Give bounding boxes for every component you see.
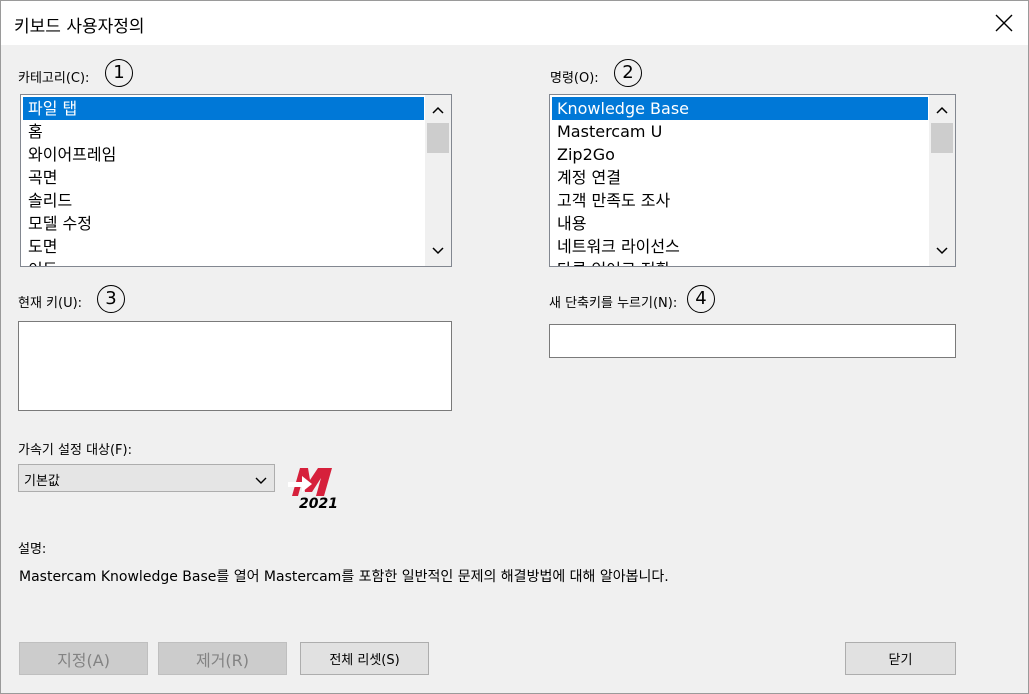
command-list: Knowledge Base Mastercam U Zip2Go 계정 연결 고객 만… (552, 97, 928, 266)
new-shortcut-input[interactable] (549, 324, 956, 358)
description-label: 설명: (18, 542, 47, 557)
chevron-down-icon[interactable] (929, 240, 955, 262)
command-label: 명령(O): (550, 71, 599, 86)
list-item[interactable]: 파일 탭 (23, 97, 424, 120)
category-scrollbar[interactable] (425, 95, 451, 266)
list-item[interactable]: 계정 연결 (552, 166, 928, 189)
callout-badge-1: 1 (105, 59, 133, 87)
list-item[interactable]: 고객 만족도 조사 (552, 189, 928, 212)
keyboard-customize-dialog: 키보드 사용자정의 카테고리(C): 1 파일 탭 홈 와이어프레임 곡면 솔리드 모델 … (0, 0, 1029, 694)
list-item[interactable]: 모델 수정 (23, 212, 424, 235)
list-item[interactable]: Zip2Go (552, 143, 928, 166)
list-item[interactable]: 다른 언어로 전환 (552, 258, 928, 266)
close-icon[interactable] (992, 11, 1016, 35)
category-label: 카테고리(C): (18, 71, 90, 86)
list-item[interactable]: Mastercam U (552, 120, 928, 143)
chevron-up-icon[interactable] (425, 99, 451, 121)
scroll-thumb[interactable] (427, 123, 449, 153)
list-item[interactable]: 와이어프레임 (23, 143, 424, 166)
list-item[interactable]: 내용 (552, 212, 928, 235)
list-item[interactable]: 이동 (23, 258, 424, 266)
list-item[interactable]: 도면 (23, 235, 424, 258)
accelerator-label: 가속기 설정 대상(F): (18, 443, 132, 458)
category-listbox[interactable]: 파일 탭홈와이어프레임곡면솔리드모델 수정도면이동 (20, 94, 452, 267)
callout-badge-3: 3 (97, 285, 125, 313)
callout-badge-2: 2 (614, 59, 642, 87)
dialog-title: 키보드 사용자정의 (14, 17, 145, 37)
list-item[interactable]: 네트워크 라이선스 (552, 235, 928, 258)
callout-badge-4: 4 (687, 285, 715, 313)
remove-button[interactable]: 제거(R) (158, 642, 287, 675)
current-key-label: 현재 키(U): (18, 296, 83, 311)
accelerator-selected-value: 기본값 (24, 474, 60, 489)
description-text: Mastercam Knowledge Base를 열어 Mastercam를 … (19, 569, 669, 585)
scroll-thumb[interactable] (931, 123, 953, 153)
list-item[interactable]: 홈 (23, 120, 424, 143)
chevron-up-icon[interactable] (929, 99, 955, 121)
chevron-down-icon (254, 472, 268, 484)
new-shortcut-label: 새 단축키를 누르기(N): (549, 296, 678, 311)
close-button[interactable]: 닫기 (845, 642, 956, 675)
list-item[interactable]: Knowledge Base (552, 97, 928, 120)
command-scrollbar[interactable] (929, 95, 955, 266)
list-item[interactable]: 솔리드 (23, 189, 424, 212)
title-bar: 키보드 사용자정의 (1, 1, 1028, 45)
accelerator-dropdown[interactable]: 기본값 (18, 464, 275, 492)
category-list: 파일 탭홈와이어프레임곡면솔리드모델 수정도면이동 (23, 97, 424, 266)
chevron-down-icon[interactable] (425, 240, 451, 262)
current-key-box[interactable] (18, 321, 452, 411)
assign-button[interactable]: 지정(A) (19, 642, 148, 675)
logo-year: 2021 (299, 496, 338, 512)
reset-all-button[interactable]: 전체 리셋(S) (300, 642, 429, 675)
command-listbox[interactable]: Knowledge Base Mastercam U Zip2Go 계정 연결 고객 만… (549, 94, 956, 267)
list-item[interactable]: 곡면 (23, 166, 424, 189)
